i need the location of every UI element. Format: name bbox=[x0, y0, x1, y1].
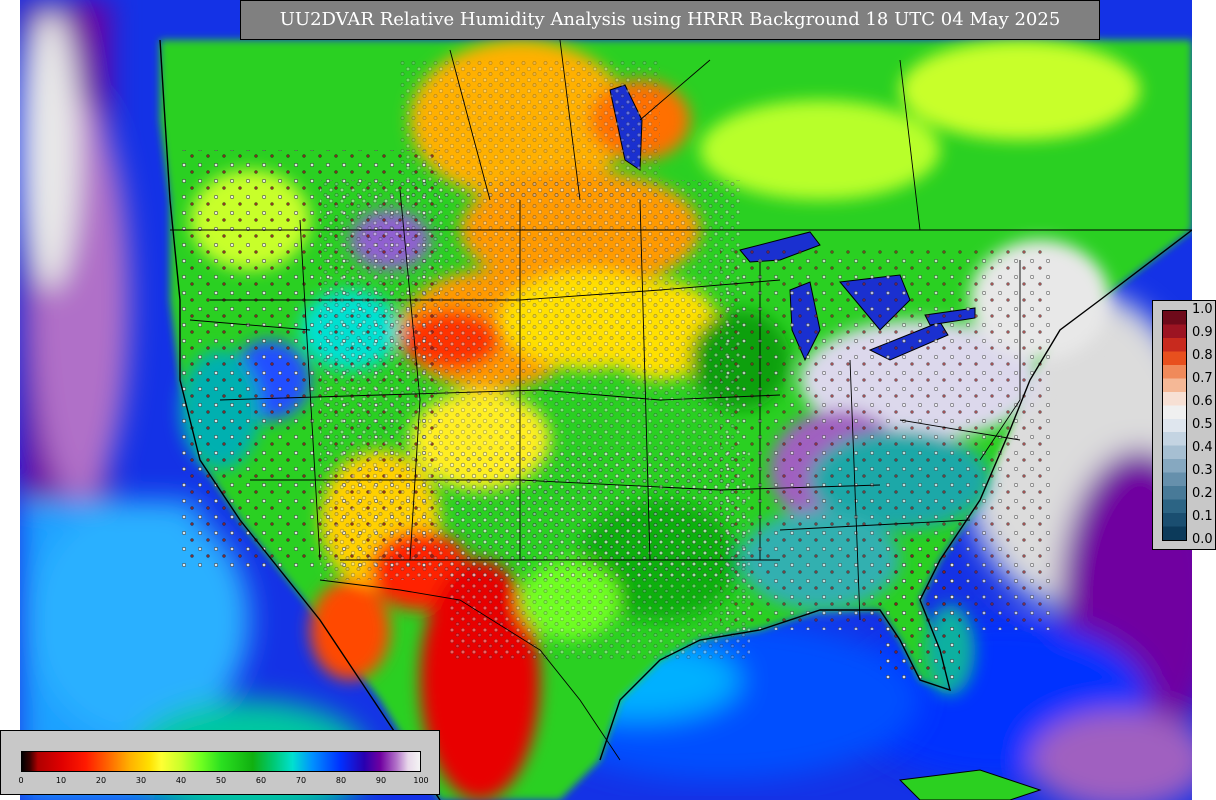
colorbar-bottom-tick: 60 bbox=[255, 776, 267, 785]
colorbar-right-tick: 0.7 bbox=[1192, 371, 1213, 386]
colorbar-right-tick: 1.0 bbox=[1192, 302, 1213, 317]
colorbar-right: 1.0 0.9 0.8 0.7 0.6 0.5 0.4 0.3 0.2 0.1 … bbox=[1152, 300, 1216, 550]
colorbar-right-tick: 0.4 bbox=[1192, 440, 1213, 455]
colorbar-right-tick: 0.8 bbox=[1192, 348, 1213, 363]
humidity-map bbox=[20, 0, 1192, 800]
colorbar-right-strip bbox=[1162, 310, 1187, 541]
map-title: UU2DVAR Relative Humidity Analysis using… bbox=[240, 0, 1100, 40]
colorbar-bottom-tick: 40 bbox=[175, 776, 187, 785]
colorbar-bottom-tick: 80 bbox=[335, 776, 347, 785]
colorbar-bottom-tick: 100 bbox=[413, 776, 429, 785]
colorbar-right-tick: 0.0 bbox=[1192, 532, 1213, 547]
colorbar-bottom-tick: 10 bbox=[55, 776, 67, 785]
colorbar-bottom-tick: 90 bbox=[375, 776, 387, 785]
colorbar-right-tick: 0.2 bbox=[1192, 486, 1213, 501]
colorbar-bottom-tick: 50 bbox=[215, 776, 227, 785]
colorbar-bottom: 0 10 20 30 40 50 60 70 80 90 100 bbox=[0, 730, 440, 795]
colorbar-bottom-tick: 0 bbox=[18, 776, 24, 785]
colorbar-right-tick: 0.9 bbox=[1192, 325, 1213, 340]
colorbar-right-tick: 0.1 bbox=[1192, 509, 1213, 524]
colorbar-right-tick: 0.5 bbox=[1192, 417, 1213, 432]
colorbar-bottom-tick: 20 bbox=[95, 776, 107, 785]
colorbar-bottom-tick: 70 bbox=[295, 776, 307, 785]
colorbar-right-tick: 0.6 bbox=[1192, 394, 1213, 409]
colorbar-bottom-strip bbox=[21, 751, 421, 772]
colorbar-right-tick: 0.3 bbox=[1192, 463, 1213, 478]
colorbar-bottom-tick: 30 bbox=[135, 776, 147, 785]
